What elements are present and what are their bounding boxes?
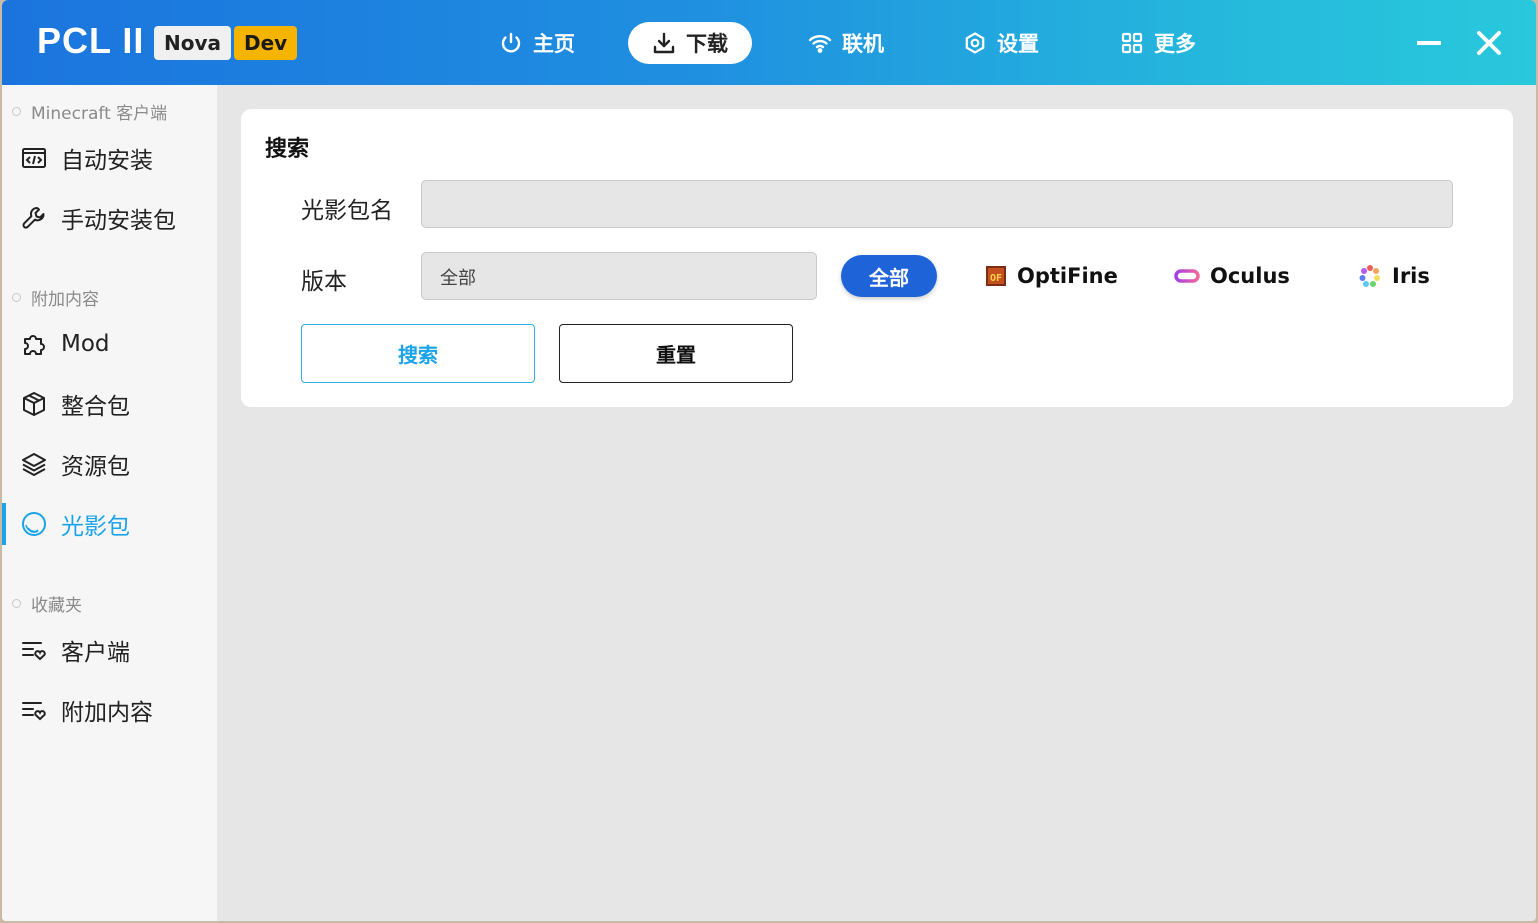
code-window-icon bbox=[22, 148, 46, 168]
section-addons: 附加内容 bbox=[12, 285, 99, 310]
nav-multiplayer[interactable]: 联机 bbox=[808, 22, 884, 64]
nav-more-label: 更多 bbox=[1154, 32, 1196, 56]
grid-icon bbox=[1121, 32, 1143, 54]
section-minecraft-client: Minecraft 客户端 bbox=[12, 99, 167, 124]
minimize-button[interactable] bbox=[1412, 26, 1446, 60]
sidebar-item-resourcepack[interactable]: 资源包 bbox=[2, 439, 217, 489]
minimize-icon bbox=[1417, 41, 1441, 45]
app-logo: PCL II bbox=[37, 20, 145, 61]
title-bar[interactable]: PCL II Nova Dev 主页 下载 联机 设置 更多 bbox=[2, 0, 1536, 85]
search-card: 搜索 光影包名 版本 全部 全部 OF OptiFine Oculus Iris bbox=[241, 109, 1513, 407]
oculus-icon bbox=[1174, 269, 1200, 283]
settings-icon bbox=[965, 32, 985, 54]
section-dot-icon bbox=[12, 599, 21, 608]
nova-badge: Nova bbox=[154, 26, 232, 60]
section-dot-icon bbox=[12, 107, 21, 116]
nav-home-label: 主页 bbox=[533, 32, 575, 56]
shader-icon bbox=[22, 512, 46, 536]
loader-chip-all[interactable]: 全部 bbox=[841, 255, 937, 297]
nav-more[interactable]: 更多 bbox=[1120, 22, 1196, 64]
close-icon bbox=[1477, 31, 1501, 55]
sidebar-item-fav-client[interactable]: 客户端 bbox=[2, 625, 217, 675]
svg-text:OF: OF bbox=[990, 273, 1002, 284]
wrench-icon bbox=[22, 206, 45, 229]
favorite-list-icon bbox=[22, 702, 46, 721]
close-button[interactable] bbox=[1472, 26, 1506, 60]
nav-download[interactable]: 下载 bbox=[628, 22, 752, 64]
section-dot-icon bbox=[12, 293, 21, 302]
nav-download-label: 下载 bbox=[686, 32, 728, 56]
puzzle-icon bbox=[24, 335, 45, 355]
version-label: 版本 bbox=[301, 269, 347, 295]
app-window: PCL II Nova Dev 主页 下载 联机 设置 更多 Minecraft… bbox=[2, 0, 1536, 921]
loader-chip-oculus[interactable]: Oculus bbox=[1174, 261, 1290, 291]
search-button[interactable]: 搜索 bbox=[301, 324, 535, 383]
version-select[interactable]: 全部 bbox=[421, 252, 817, 300]
favorite-list-icon bbox=[22, 642, 46, 661]
shader-name-label: 光影包名 bbox=[301, 198, 393, 224]
nav-home[interactable]: 主页 bbox=[499, 22, 575, 64]
sidebar-item-shaderpack[interactable]: 光影包 bbox=[2, 499, 217, 549]
wifi-icon bbox=[808, 35, 832, 53]
sidebar-item-mod[interactable]: Mod bbox=[2, 319, 217, 369]
sidebar-item-auto-install[interactable]: 自动安装 bbox=[2, 133, 217, 183]
sidebar-item-manual-install[interactable]: 手动安装包 bbox=[2, 193, 217, 243]
nav-multiplayer-label: 联机 bbox=[842, 32, 884, 56]
loader-chip-iris[interactable]: Iris bbox=[1358, 261, 1430, 291]
box-icon bbox=[23, 392, 45, 416]
layers-icon bbox=[22, 453, 46, 476]
section-favorites: 收藏夹 bbox=[12, 591, 82, 616]
active-indicator bbox=[2, 503, 6, 545]
download-icon bbox=[653, 32, 675, 54]
card-title: 搜索 bbox=[265, 137, 310, 162]
optifine-icon: OF bbox=[986, 266, 1006, 286]
shader-name-input[interactable] bbox=[421, 180, 1453, 228]
sidebar-item-modpack[interactable]: 整合包 bbox=[2, 379, 217, 429]
dev-badge: Dev bbox=[234, 26, 298, 60]
reset-button[interactable]: 重置 bbox=[559, 324, 793, 383]
sidebar: Minecraft 客户端 自动安装 手动安装包 附加内容 Mod 整合包 资源… bbox=[2, 85, 217, 921]
sidebar-item-fav-addons[interactable]: 附加内容 bbox=[2, 685, 217, 735]
iris-icon bbox=[1359, 265, 1380, 287]
power-icon bbox=[501, 32, 521, 53]
loader-chip-optifine[interactable]: OF OptiFine bbox=[985, 261, 1118, 291]
nav-settings[interactable]: 设置 bbox=[963, 22, 1039, 64]
nav-settings-label: 设置 bbox=[997, 32, 1039, 56]
